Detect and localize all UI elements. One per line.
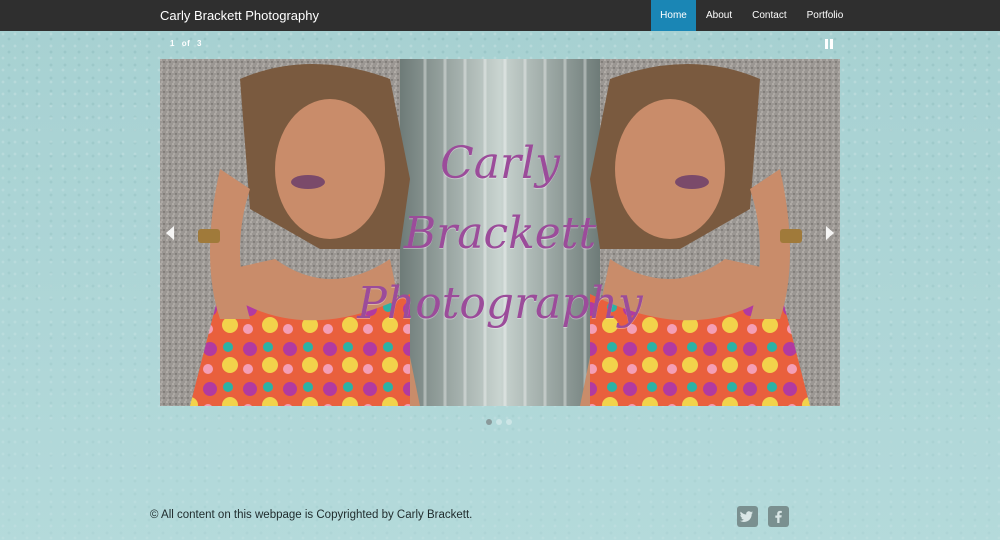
nav-contact[interactable]: Contact [742,0,796,31]
slide-counter: 1 of 3 [170,39,206,48]
slideshow-image: Carly Brackett Photography [160,59,840,406]
site-brand[interactable]: Carly Brackett Photography [160,0,319,31]
overlay-line-2: Brackett [403,208,597,259]
nav-portfolio[interactable]: Portfolio [797,0,854,31]
nav-about[interactable]: About [696,0,742,31]
prev-arrow-icon[interactable] [166,226,174,240]
overlay-line-3: Photography [357,278,643,329]
copyright-text: © All content on this webpage is Copyrig… [150,509,473,521]
slide-overlay-title: Carly Brackett Photography [160,129,840,339]
next-arrow-icon[interactable] [826,226,834,240]
pause-icon[interactable] [824,39,834,50]
facebook-icon[interactable] [768,506,789,527]
nav-links: Home About Contact Portfolio [651,0,853,31]
twitter-icon[interactable] [737,506,758,527]
slide-current: 1 [170,39,175,48]
slide-dots [486,419,512,425]
nav-home[interactable]: Home [651,0,696,31]
slide-dot[interactable] [496,419,502,425]
top-navbar: Carly Brackett Photography Home About Co… [0,0,1000,31]
slide-of: of [181,39,191,48]
slide-dot[interactable] [506,419,512,425]
overlay-line-1: Carly [440,138,560,189]
slide-dot[interactable] [486,419,492,425]
slide-total: 3 [196,39,202,48]
